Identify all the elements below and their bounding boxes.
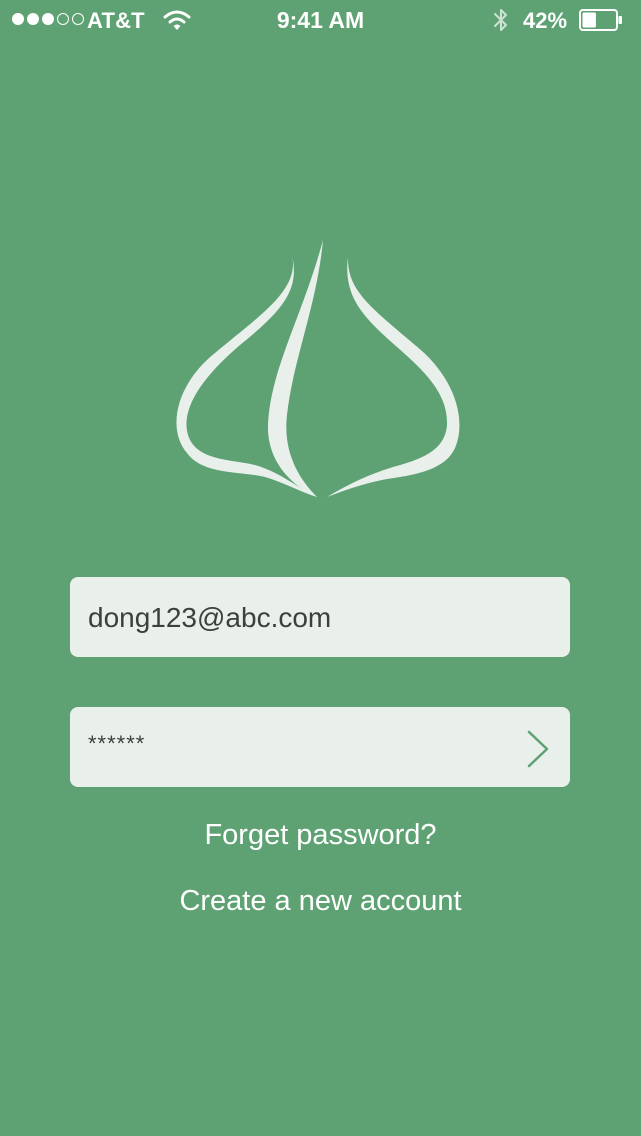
status-bar: AT&T 9:41 AM 42% — [0, 0, 641, 40]
garlic-leaf-logo — [176, 240, 460, 497]
email-input[interactable] — [70, 577, 570, 657]
battery-percentage: 42% — [523, 8, 568, 33]
bluetooth-icon — [494, 9, 507, 31]
forgot-password-link[interactable]: Forget password? — [0, 819, 641, 852]
battery-level-fill — [582, 12, 596, 28]
create-account-link[interactable]: Create a new account — [0, 885, 641, 918]
password-input[interactable] — [70, 707, 570, 787]
chevron-right-icon[interactable] — [526, 729, 550, 769]
password-field[interactable] — [70, 707, 570, 787]
battery-icon — [579, 9, 622, 31]
login-screen: AT&T 9:41 AM 42% Forget passw — [0, 0, 641, 1136]
email-field[interactable] — [70, 577, 570, 657]
